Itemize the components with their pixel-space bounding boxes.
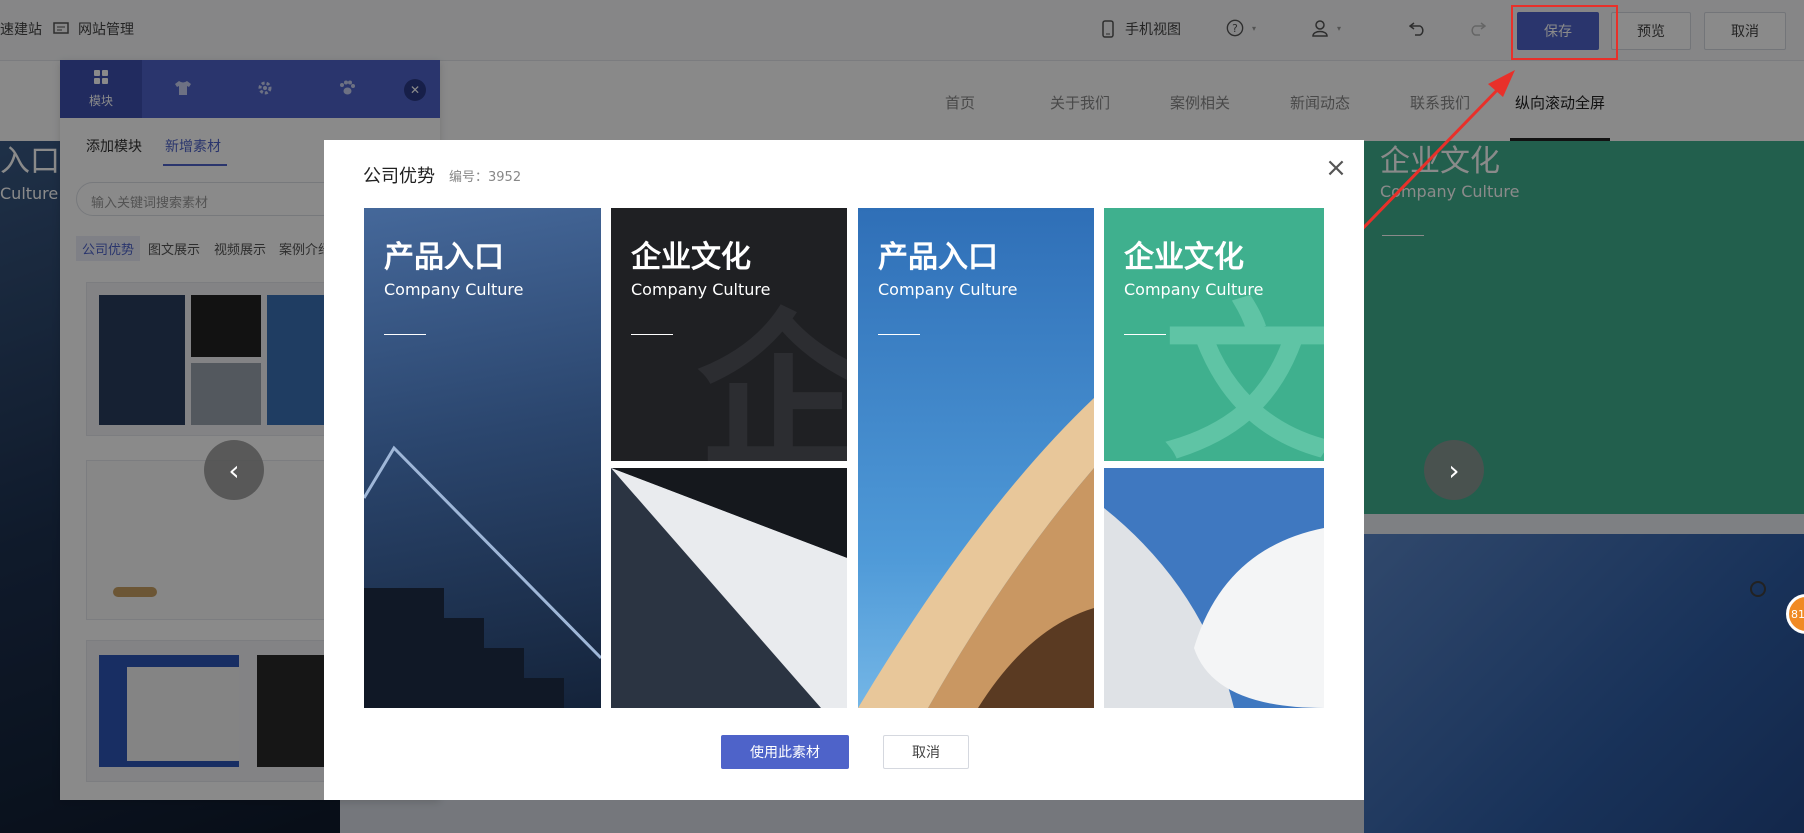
use-material-button[interactable]: 使用此素材 [721, 735, 849, 769]
preview-card-product-1: 产品入口 Company Culture [364, 208, 601, 708]
modal-title: 公司优势 [363, 166, 435, 187]
preview-card-architecture-2 [1104, 468, 1324, 708]
modal-cancel-button[interactable]: 取消 [883, 735, 969, 769]
preview-card-architecture-1 [611, 468, 847, 708]
preview-card-culture-2: 文 企业文化 Company Culture [1104, 208, 1324, 461]
close-icon: × [1325, 153, 1347, 183]
modal-code: 编号：3952 [449, 170, 522, 185]
preview-card-product-2: 产品入口 Company Culture [858, 208, 1094, 708]
radio-indicator[interactable] [1750, 581, 1766, 597]
watermark-glyph: 文 [1163, 285, 1324, 461]
preview-card-culture-1: 企 企业文化 Company Culture [611, 208, 847, 461]
modal-close-button[interactable]: × [1323, 153, 1349, 183]
